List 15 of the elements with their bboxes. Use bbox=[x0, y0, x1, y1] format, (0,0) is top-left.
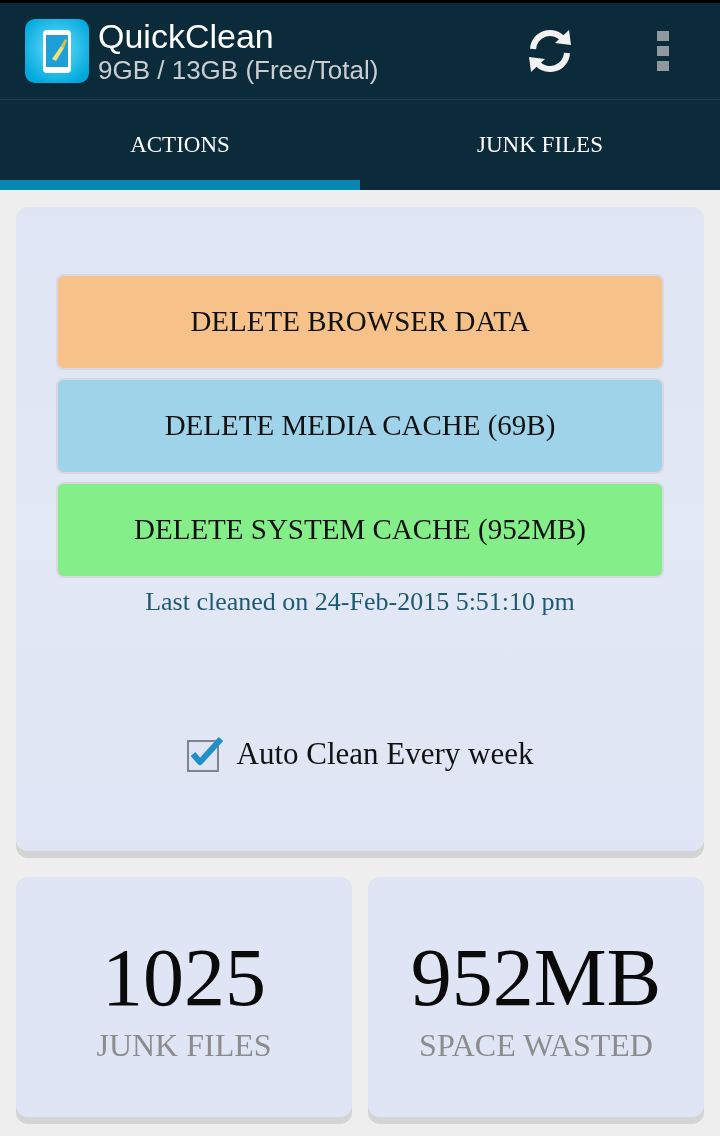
tab[interactable]: ACTIONS bbox=[0, 100, 360, 190]
delete-button[interactable]: DELETE MEDIA CACHE (69B) bbox=[56, 378, 664, 474]
tab[interactable]: JUNK FILES bbox=[360, 100, 720, 190]
auto-clean-checkbox[interactable]: Auto Clean Every week bbox=[186, 736, 534, 772]
stat-value: 1025 bbox=[102, 934, 266, 1022]
storage-summary: 9GB / 13GB (Free/Total) bbox=[98, 55, 379, 85]
delete-button[interactable]: DELETE BROWSER DATA bbox=[56, 274, 664, 370]
stat-value: 952MB bbox=[410, 934, 662, 1022]
app-title: QuickClean bbox=[98, 17, 275, 55]
stat-label: JUNK FILES bbox=[96, 1026, 272, 1064]
app-logo-icon[interactable] bbox=[25, 19, 89, 83]
last-cleaned-text: Last cleaned on 24-Feb-2015 5:51:10 pm bbox=[145, 586, 575, 618]
delete-button[interactable]: DELETE SYSTEM CACHE (952MB) bbox=[56, 482, 664, 578]
stat-label: SPACE WASTED bbox=[419, 1026, 653, 1064]
overflow-menu-icon[interactable] bbox=[657, 31, 669, 71]
